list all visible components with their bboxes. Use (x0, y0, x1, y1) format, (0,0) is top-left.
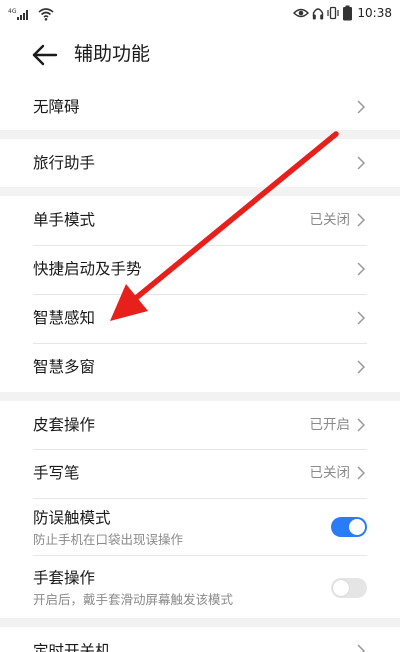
row-quick-launch-gestures[interactable]: 快捷启动及手势 (0, 245, 400, 294)
row-label: 单手模式 (33, 211, 96, 229)
status-right: 10:38 (293, 4, 392, 22)
row-smart-sensing[interactable]: 智慧感知 (0, 294, 400, 343)
headphones-icon (313, 7, 324, 19)
page-title: 辅助功能 (74, 43, 151, 65)
row-description: 开启后，戴手套滑动屏幕触发该模式 (33, 592, 234, 607)
row-smart-multi-window[interactable]: 智慧多窗 (0, 343, 400, 392)
row-one-hand-mode[interactable]: 单手模式 已关闭 (0, 196, 400, 245)
status-value: 已关闭 (309, 465, 351, 481)
row-scheduled-power[interactable]: 定时开关机 (0, 627, 400, 652)
status-value: 已开启 (309, 417, 351, 433)
row-label: 防误触模式 (33, 509, 111, 527)
chevron-right-icon (357, 418, 366, 432)
chevron-right-icon (357, 100, 366, 114)
status-value: 已关闭 (309, 212, 351, 228)
row-label: 皮套操作 (33, 416, 96, 434)
row-label: 无障碍 (33, 98, 80, 116)
row-label: 手写笔 (33, 464, 80, 482)
row-accidental-touch: 防误触模式 防止手机在口袋出现误操作 (0, 498, 400, 555)
vibrate-icon (327, 6, 340, 20)
toggle-knob (349, 519, 365, 535)
row-label: 智慧多窗 (33, 358, 96, 376)
settings-group-4: 皮套操作 已开启 手写笔 已关闭 防误触模式 防止手机在口袋出现误操作 手套操作… (0, 401, 400, 618)
page-header: 辅助功能 (0, 26, 400, 84)
eye-icon (293, 8, 310, 18)
settings-group-1: 无障碍 (0, 84, 400, 130)
row-glove-mode: 手套操作 开启后，戴手套滑动屏幕触发该模式 (0, 555, 400, 618)
wifi-icon (38, 8, 54, 21)
accidental-touch-toggle[interactable] (331, 517, 367, 537)
settings-group-2: 旅行助手 (0, 139, 400, 187)
battery-icon (343, 5, 353, 21)
signal-icon: 4G (8, 8, 28, 20)
chevron-right-icon (357, 156, 366, 170)
chevron-right-icon (357, 466, 366, 480)
toggle-knob (333, 580, 349, 596)
settings-group-5: 定时开关机 (0, 627, 400, 652)
chevron-right-icon (357, 644, 366, 652)
row-label: 手套操作 (33, 569, 96, 587)
status-bar: 4G 10:38 (0, 0, 400, 26)
settings-group-3: 单手模式 已关闭 快捷启动及手势 智慧感知 智慧多窗 (0, 196, 400, 392)
row-cover-operation[interactable]: 皮套操作 已开启 (0, 401, 400, 449)
row-accessibility[interactable]: 无障碍 (0, 84, 400, 130)
status-time: 10:38 (357, 6, 392, 20)
chevron-right-icon (357, 360, 366, 374)
glove-mode-toggle[interactable] (331, 578, 367, 598)
chevron-right-icon (357, 311, 366, 325)
row-travel-assistant[interactable]: 旅行助手 (0, 139, 400, 187)
network-type-label: 4G (8, 8, 17, 15)
chevron-right-icon (357, 213, 366, 227)
row-label: 定时开关机 (33, 642, 111, 652)
back-arrow-icon[interactable] (30, 40, 60, 70)
row-label: 智慧感知 (33, 309, 96, 327)
row-label: 旅行助手 (33, 154, 96, 172)
row-description: 防止手机在口袋出现误操作 (33, 532, 184, 547)
chevron-right-icon (357, 262, 366, 276)
row-label: 快捷启动及手势 (33, 260, 142, 278)
row-stylus[interactable]: 手写笔 已关闭 (0, 449, 400, 498)
status-left: 4G (8, 5, 54, 21)
